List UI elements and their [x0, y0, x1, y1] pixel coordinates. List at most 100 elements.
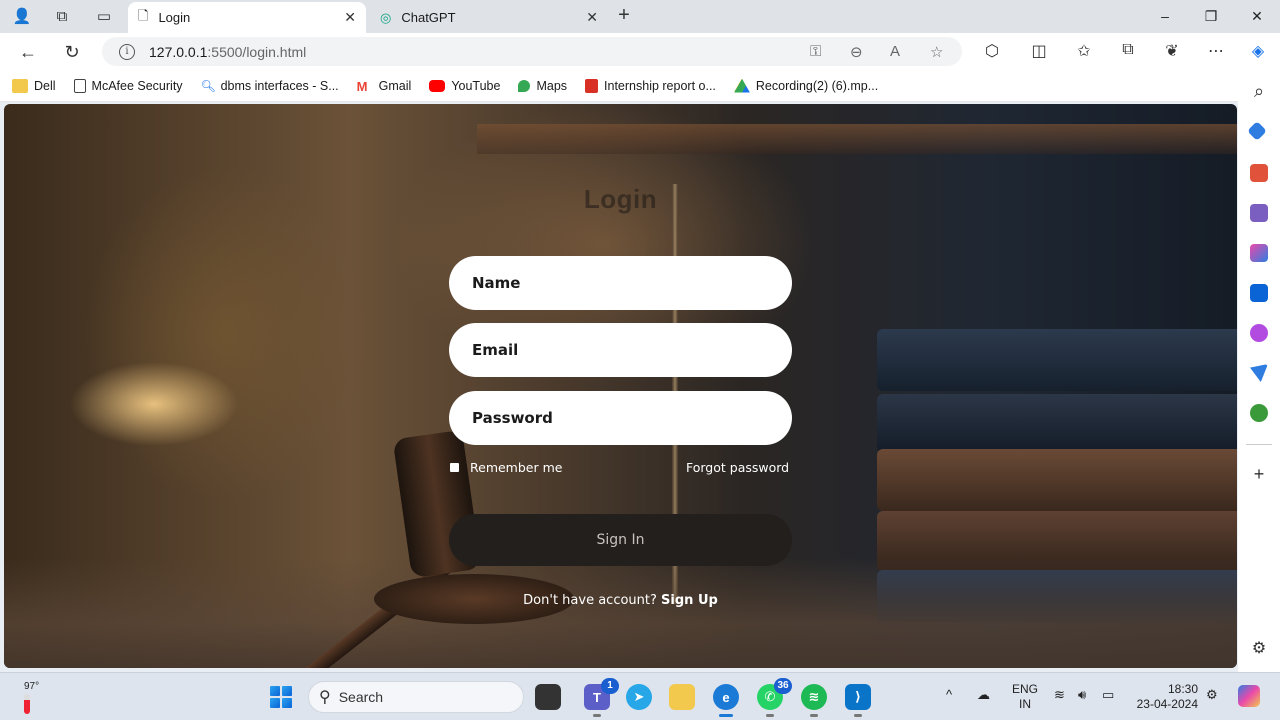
- more-menu-icon[interactable]: ⋯: [1205, 41, 1227, 61]
- name-input[interactable]: [449, 256, 792, 310]
- profile-icon[interactable]: 👤: [8, 4, 36, 28]
- folder-icon[interactable]: [669, 684, 695, 710]
- favorites-icon[interactable]: ✩: [1073, 41, 1095, 61]
- copilot-sidebar-icon[interactable]: [1250, 244, 1268, 262]
- tab-title: ChatGPT: [401, 10, 456, 25]
- games-icon[interactable]: [1250, 204, 1268, 222]
- background-desk: [4, 558, 1237, 668]
- email-input[interactable]: [449, 323, 792, 377]
- wifi-icon[interactable]: ≋: [1054, 687, 1065, 703]
- weather-widget[interactable]: 97°: [24, 681, 39, 714]
- chevron-up-icon[interactable]: ^: [946, 687, 952, 702]
- site-info-icon[interactable]: i: [119, 43, 135, 60]
- restore-button[interactable]: ❐: [1196, 5, 1226, 27]
- notification-bell-icon[interactable]: ⚙: [1206, 687, 1218, 703]
- close-window-button[interactable]: ✕: [1242, 5, 1272, 27]
- bookmark-dbms[interactable]: 🔍︎ dbms interfaces - S...: [201, 79, 339, 93]
- bookmark-youtube[interactable]: YouTube: [429, 79, 500, 93]
- remember-checkbox[interactable]: [450, 463, 459, 472]
- bookmark-recording[interactable]: Recording(2) (6).mp...: [733, 78, 878, 93]
- vscode-icon[interactable]: ⟩: [845, 684, 871, 717]
- file-explorer-window-icon[interactable]: [535, 684, 561, 710]
- region-code: IN: [1019, 697, 1031, 711]
- tab-chatgpt[interactable]: ◎ ChatGPT ✕: [370, 2, 608, 33]
- battery-icon[interactable]: ▭: [1102, 687, 1114, 703]
- key-icon[interactable]: ⚿: [810, 43, 821, 60]
- read-aloud-icon[interactable]: A: [890, 43, 900, 60]
- system-clock[interactable]: 18:30 23-04-2024: [1134, 682, 1198, 712]
- bookmark-internship[interactable]: Internship report o...: [585, 78, 716, 93]
- copilot-taskbar-icon[interactable]: [1238, 685, 1260, 707]
- new-tab-button[interactable]: +: [612, 4, 636, 28]
- bookmark-maps[interactable]: Maps: [518, 79, 567, 93]
- page-icon: 🗋: [138, 7, 149, 23]
- language-indicator[interactable]: ENG IN: [1012, 682, 1038, 712]
- maps-pin-icon: [518, 79, 531, 92]
- gmail-icon: M: [356, 78, 368, 94]
- add-icon[interactable]: +: [1248, 464, 1270, 485]
- back-arrow-icon[interactable]: ←: [15, 39, 41, 65]
- designer-icon[interactable]: [1250, 324, 1268, 342]
- address-bar[interactable]: i 127.0.0.1:5500/login.html ⚿ ⊖ A ☆: [102, 37, 962, 66]
- background-book: [877, 329, 1237, 391]
- folder-icon: [12, 78, 28, 93]
- copilot-icon[interactable]: ◈: [1247, 41, 1269, 61]
- bookmark-dell[interactable]: Dell: [12, 78, 56, 93]
- tab-login[interactable]: 🗋 Login ✕: [128, 2, 366, 33]
- vertical-tabs-icon[interactable]: ▭: [90, 4, 118, 28]
- favorite-star-icon[interactable]: ☆: [930, 43, 943, 61]
- running-indicator: [766, 714, 774, 717]
- zoom-icon[interactable]: ⊖: [850, 43, 863, 61]
- tools-icon[interactable]: [1250, 164, 1268, 182]
- sign-in-button[interactable]: Sign In: [449, 514, 792, 566]
- send-icon[interactable]: [1250, 364, 1268, 382]
- extensions-icon[interactable]: ⬡: [981, 41, 1003, 61]
- outlook-icon[interactable]: [1250, 284, 1268, 302]
- settings-gear-icon[interactable]: ⚙: [1248, 638, 1270, 658]
- sign-up-link[interactable]: Sign Up: [661, 593, 718, 608]
- running-indicator: [593, 714, 601, 717]
- url-text[interactable]: 127.0.0.1:5500/login.html: [149, 44, 306, 60]
- chatgpt-icon: ◎: [380, 9, 392, 25]
- notification-badge: 36: [774, 678, 792, 694]
- start-button[interactable]: [270, 686, 292, 708]
- clock-time: 18:30: [1167, 682, 1198, 696]
- close-tab-icon[interactable]: ✕: [344, 9, 356, 26]
- telegram-icon[interactable]: ➤: [626, 684, 652, 710]
- teams-icon[interactable]: T1: [584, 678, 619, 717]
- remember-me[interactable]: Remember me: [450, 460, 562, 475]
- workspaces-icon[interactable]: ⧉: [48, 4, 76, 28]
- no-account-text: Don't have account?: [523, 593, 657, 608]
- bookmark-gmail[interactable]: M Gmail: [356, 78, 412, 94]
- shopping-tag-icon[interactable]: [1247, 121, 1267, 141]
- collections-icon[interactable]: ⧉: [1117, 41, 1139, 59]
- performance-icon[interactable]: ❦: [1161, 41, 1183, 61]
- background-shelf: [477, 124, 1237, 154]
- password-input[interactable]: [449, 391, 792, 445]
- temperature-text: 97°: [24, 681, 40, 692]
- refresh-icon[interactable]: ↻: [59, 39, 85, 65]
- close-tab-icon[interactable]: ✕: [586, 9, 598, 26]
- windows-taskbar: 97° ⚲ Search T1 ➤ e ✆ 36 ≋ ⟩ ^ ☁ ENG IN ≋…: [0, 672, 1280, 720]
- sidebar-divider: [1246, 444, 1272, 445]
- pdf-icon: [585, 78, 599, 93]
- volume-icon[interactable]: 🔊︎: [1078, 687, 1086, 703]
- split-screen-icon[interactable]: ◫: [1028, 41, 1050, 61]
- forgot-password-link[interactable]: Forgot password: [686, 460, 789, 475]
- spotify-icon[interactable]: ≋: [801, 684, 827, 717]
- signup-prompt: Don't have account? Sign Up: [4, 593, 1237, 608]
- minimize-button[interactable]: –: [1150, 5, 1180, 27]
- drive-icon: [733, 78, 750, 93]
- bookmarks-bar: Dell McAfee Security 🔍︎ dbms interfaces -…: [0, 70, 1280, 102]
- taskbar-search[interactable]: ⚲ Search: [308, 681, 524, 713]
- background-book: [877, 394, 1237, 452]
- login-title: Login: [583, 184, 658, 214]
- running-indicator: [854, 714, 862, 717]
- edge-icon[interactable]: e: [713, 684, 739, 717]
- tree-icon[interactable]: [1250, 404, 1268, 422]
- running-indicator: [810, 714, 818, 717]
- whatsapp-icon[interactable]: ✆ 36: [757, 678, 792, 717]
- onedrive-cloud-icon[interactable]: ☁: [977, 687, 990, 703]
- search-icon[interactable]: ⌕: [1248, 81, 1270, 102]
- bookmark-mcafee[interactable]: McAfee Security: [73, 78, 183, 93]
